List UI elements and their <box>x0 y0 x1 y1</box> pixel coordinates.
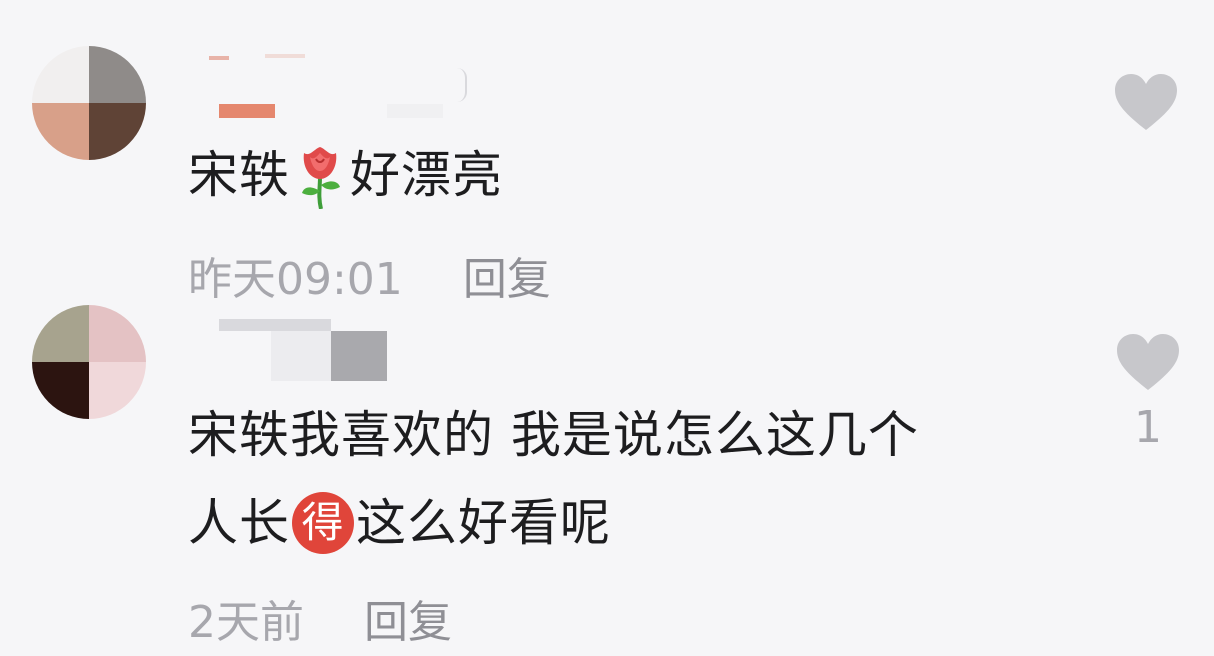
comment-text-part: 宋轶 <box>188 146 290 204</box>
like-heart-icon[interactable] <box>1113 72 1179 132</box>
username-blurred[interactable] <box>215 317 395 381</box>
comment-text-part: 这么好看呢 <box>356 494 611 552</box>
reply-button[interactable]: 回复 <box>364 597 452 648</box>
comment-text-part: 人长 <box>188 494 290 552</box>
comment-meta: 2天前 回复 <box>188 598 452 648</box>
like-heart-icon[interactable] <box>1115 332 1181 392</box>
username-blurred[interactable] <box>205 48 475 118</box>
avatar[interactable] <box>32 46 146 160</box>
reply-button[interactable]: 回复 <box>463 254 551 305</box>
de-badge-icon: 得 <box>292 491 354 554</box>
rose-icon <box>302 147 340 209</box>
comment-text-line2: 人长得这么好看呢 <box>188 489 611 558</box>
comment-text: 宋轶 好漂亮 <box>188 141 503 209</box>
comment-time: 2天前 <box>188 597 304 648</box>
comment-time: 昨天09:01 <box>188 254 403 305</box>
comment-meta: 昨天09:01 回复 <box>188 255 551 305</box>
like-count: 1 <box>1134 402 1162 453</box>
avatar[interactable] <box>32 305 146 419</box>
comment-text-line1: 宋轶我喜欢的 我是说怎么这几个 <box>188 406 919 464</box>
comment-text-part: 好漂亮 <box>350 146 503 204</box>
